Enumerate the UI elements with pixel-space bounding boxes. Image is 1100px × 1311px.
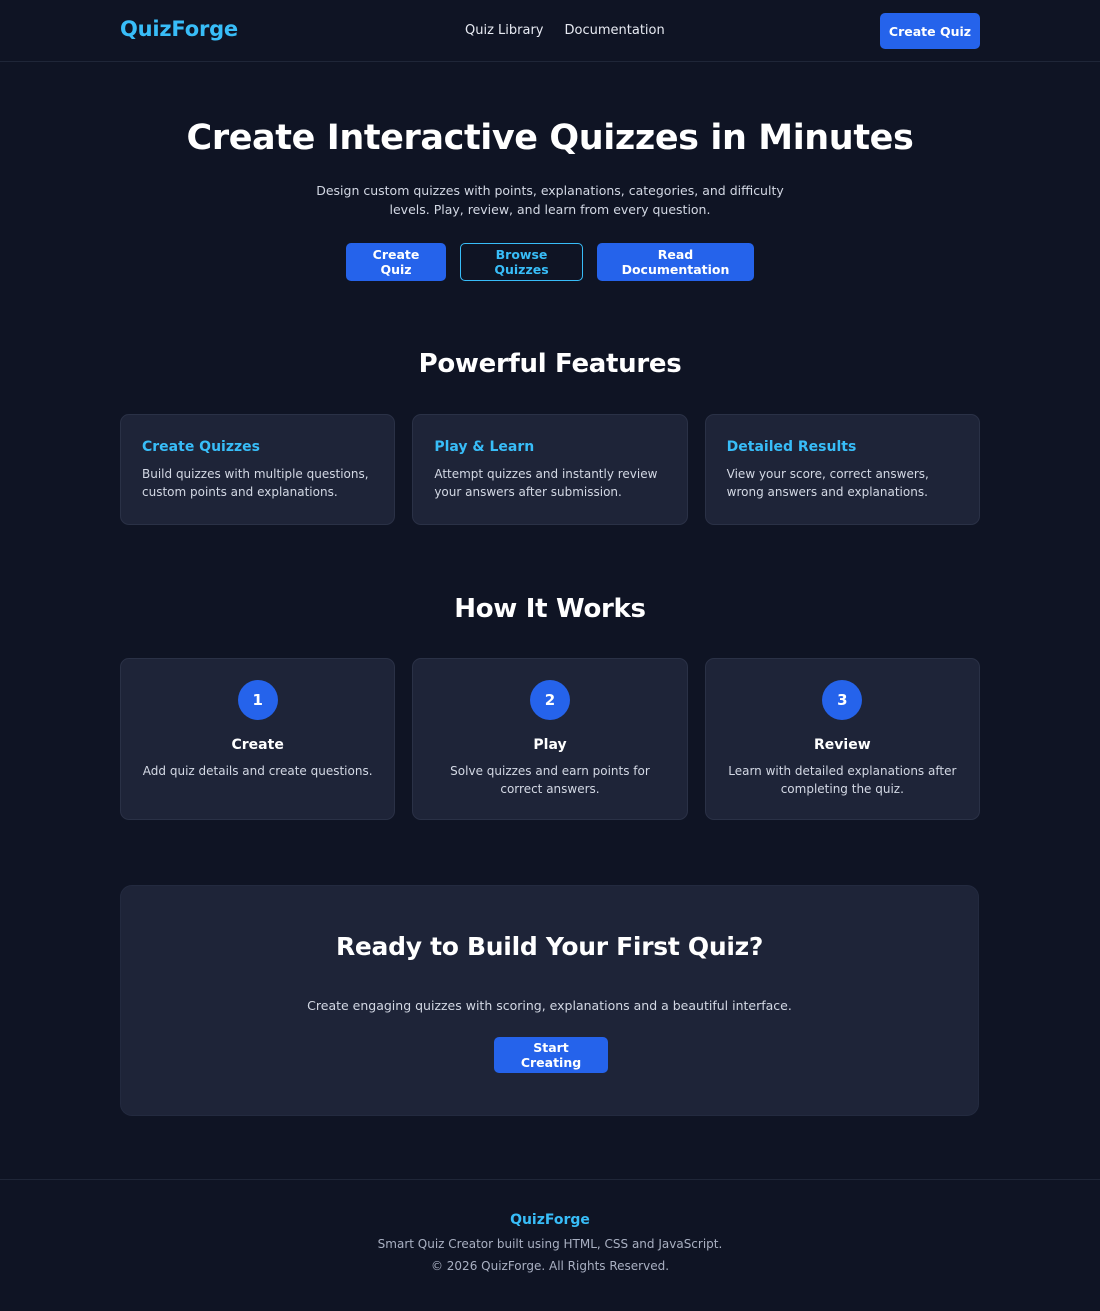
feature-desc: View your score, correct answers, wrong … [726,467,929,499]
step-number-badge: 2 [529,680,570,720]
footer-brand: QuizForge [510,1212,590,1228]
step-desc: Add quiz details and create questions. [142,764,373,778]
feature-card-results: Detailed Results View your score, correc… [704,414,980,525]
step-card-create: 1 Create Add quiz details and create que… [120,658,396,820]
step-number-badge: 1 [237,680,278,720]
step-title: Create [231,737,284,753]
feature-cards: Create Quizzes Build quizzes with multip… [120,414,980,525]
step-desc: Solve quizzes and earn points for correc… [450,764,650,796]
feature-title: Play & Learn [434,439,535,455]
feature-desc: Build quizzes with multiple questions, c… [142,467,369,499]
footer-copyright: © 2026 QuizForge. All Rights Reserved. [430,1259,670,1273]
feature-card-create: Create Quizzes Build quizzes with multip… [120,414,396,525]
step-desc: Learn with detailed explanations after c… [728,764,957,796]
footer-tagline: Smart Quiz Creator built using HTML, CSS… [377,1237,723,1251]
hero-title: Create Interactive Quizzes in Minutes [186,118,914,158]
browse-quizzes-button[interactable]: Browse Quizzes [460,243,583,281]
brand-logo[interactable]: QuizForge [120,17,238,41]
site-header: QuizForge Quiz Library Documentation Cre… [0,0,1100,62]
site-footer: QuizForge Smart Quiz Creator built using… [0,1179,1100,1311]
step-title: Review [814,737,871,753]
nav-quiz-library[interactable]: Quiz Library [465,23,544,38]
cta-description: Create engaging quizzes with scoring, ex… [307,998,792,1013]
step-number-badge: 3 [822,680,863,720]
feature-desc: Attempt quizzes and instantly review you… [434,467,658,499]
features-title: Powerful Features [418,349,682,379]
step-card-review: 3 Review Learn with detailed explanation… [704,658,980,820]
step-card-play: 2 Play Solve quizzes and earn points for… [412,658,688,820]
create-quiz-button[interactable]: Create Quiz [346,243,446,281]
feature-title: Detailed Results [726,439,857,455]
read-documentation-button[interactable]: Read Documentation [597,243,754,281]
header-create-quiz-button[interactable]: Create Quiz [880,13,980,49]
hero-subtitle: Design custom quizzes with points, expla… [316,183,784,217]
start-creating-button[interactable]: Start Creating [494,1037,608,1073]
how-it-works-title: How It Works [454,594,646,624]
cta-title: Ready to Build Your First Quiz? [335,932,764,961]
nav-documentation[interactable]: Documentation [565,23,665,38]
landing-page: QuizForge Quiz Library Documentation Cre… [0,0,1100,1311]
feature-title: Create Quizzes [142,439,260,455]
main-nav: Quiz Library Documentation [465,23,665,38]
feature-card-play: Play & Learn Attempt quizzes and instant… [412,414,688,525]
step-cards: 1 Create Add quiz details and create que… [120,658,980,820]
cta-section: Ready to Build Your First Quiz? Create e… [120,885,979,1116]
hero-actions: Create Quiz Browse Quizzes Read Document… [0,243,1100,281]
step-title: Play [533,737,567,753]
